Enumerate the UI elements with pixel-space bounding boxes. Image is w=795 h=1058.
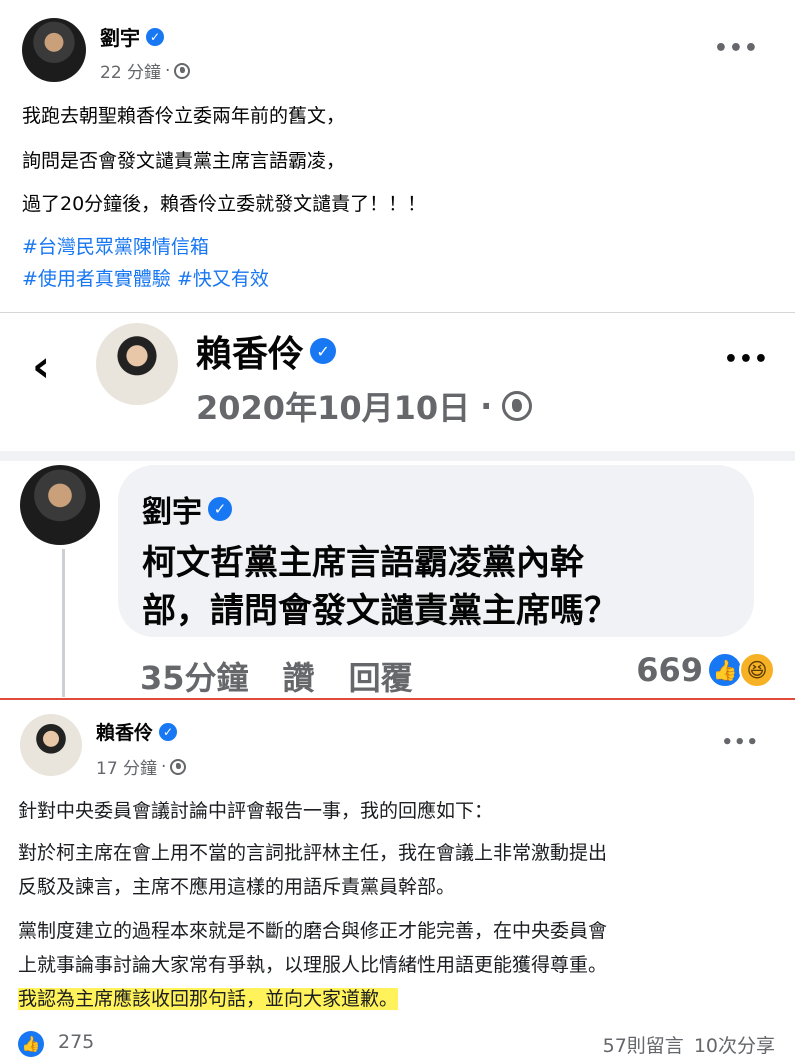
more-options-icon[interactable]: ••• bbox=[721, 732, 759, 753]
more-options-icon[interactable]: ••• bbox=[724, 347, 769, 372]
highlighted-apology: 我認為主席應該收回那句話，並向大家道歉。 bbox=[18, 988, 399, 1010]
globe-icon bbox=[170, 758, 187, 775]
meta-separator: · bbox=[161, 756, 167, 777]
page-post-date[interactable]: 2020年10月10日 bbox=[196, 383, 470, 429]
reply-paragraph-1: 針對中央委員會議討論中評會報告一事，我的回應如下： bbox=[18, 800, 494, 822]
comment-like-button[interactable]: 讚 bbox=[283, 653, 315, 699]
comment-actions: 35分鐘 讚 回覆 bbox=[140, 653, 413, 699]
page-name-row: 賴香伶 ✓ bbox=[196, 325, 337, 377]
page-post-meta: 2020年10月10日 · bbox=[196, 383, 533, 429]
commenter-name[interactable]: 劉宇 bbox=[142, 487, 202, 531]
post-time[interactable]: 22 分鐘 bbox=[100, 58, 161, 83]
comment-text-line-1: 柯文哲黨主席言語霸凌黨內幹 bbox=[142, 543, 584, 583]
comment-time[interactable]: 35分鐘 bbox=[140, 653, 249, 699]
post-line-3: 過了20分鐘後，賴香伶立委就發文譴責了！！！ bbox=[22, 193, 427, 215]
author-avatar[interactable] bbox=[22, 18, 86, 82]
like-icon: 👍 bbox=[18, 1031, 44, 1057]
comment-count[interactable]: 57則留言 bbox=[603, 1031, 684, 1058]
post-meta: 22 分鐘 · bbox=[100, 58, 191, 83]
page-avatar[interactable] bbox=[96, 323, 178, 405]
author-name-row: 劉宇 ✓ bbox=[100, 22, 164, 51]
hashtag-link[interactable]: #快又有效 bbox=[177, 268, 269, 290]
meta-separator: · bbox=[480, 387, 493, 425]
reply-paragraph-3-line-1: 黨制度建立的過程本來就是不斷的磨合與修正才能完善，在中央委員會 bbox=[18, 920, 608, 942]
globe-icon bbox=[174, 62, 191, 79]
reply-author-row: 賴香伶 ✓ bbox=[96, 718, 178, 745]
hashtags-row-1: #台灣民眾黨陳情信箱 bbox=[22, 232, 209, 259]
reply-paragraph-2-line-1: 對於柯主席在會上用不當的言詞批評林主任，我在會議上非常激動提出 bbox=[18, 842, 608, 864]
haha-icon: 😆 bbox=[739, 652, 775, 688]
post-line-1: 我跑去朝聖賴香伶立委兩年前的舊文， bbox=[22, 105, 346, 127]
share-count[interactable]: 10次分享 bbox=[694, 1031, 775, 1058]
embedded-screenshot: ‹ 賴香伶 ✓ 2020年10月10日 · ••• 劉宇 ✓ 柯文哲黨主席言語霸… bbox=[0, 312, 795, 698]
reply-paragraph-2-line-2: 反駁及諫言，主席不應用這樣的用語斥責黨員幹部。 bbox=[18, 876, 456, 898]
post-line-2: 詢問是否會發文譴責黨主席言語霸凌， bbox=[22, 150, 346, 172]
reply-meta: 17 分鐘 · bbox=[96, 754, 187, 779]
back-arrow-icon[interactable]: ‹ bbox=[32, 341, 50, 392]
globe-icon bbox=[502, 391, 533, 421]
more-options-icon[interactable]: ••• bbox=[714, 36, 759, 61]
page-name[interactable]: 賴香伶 bbox=[196, 325, 304, 377]
verified-badge-icon: ✓ bbox=[159, 722, 178, 741]
reply-author-name[interactable]: 賴香伶 bbox=[96, 718, 153, 745]
hashtags-row-2: #使用者真實體驗 #快又有效 bbox=[22, 264, 269, 291]
verified-badge-icon: ✓ bbox=[310, 338, 337, 364]
author-name[interactable]: 劉宇 bbox=[100, 22, 140, 51]
commenter-avatar[interactable] bbox=[20, 465, 100, 545]
comment-reply-button[interactable]: 回覆 bbox=[349, 653, 413, 699]
verified-badge-icon: ✓ bbox=[146, 27, 164, 46]
reply-time[interactable]: 17 分鐘 bbox=[96, 754, 157, 779]
comment-text-line-2: 部，請問會發文譴責黨主席嗎？ bbox=[142, 591, 618, 631]
like-count[interactable]: 275 bbox=[58, 1031, 94, 1053]
hashtag-link[interactable]: #台灣民眾黨陳情信箱 bbox=[22, 236, 209, 258]
commenter-name-row: 劉宇 ✓ bbox=[142, 487, 232, 531]
post-header: 劉宇 ✓ 22 分鐘 · ••• bbox=[0, 0, 795, 92]
reaction-count: 669 bbox=[636, 651, 703, 689]
reply-footer: 👍 275 57則留言 10次分享 bbox=[0, 1026, 795, 1058]
meta-separator: · bbox=[165, 60, 171, 81]
thread-line bbox=[62, 549, 65, 697]
reply-post: 賴香伶 ✓ 17 分鐘 · ••• 針對中央委員會議討論中評會報告一事，我的回應… bbox=[0, 698, 795, 1058]
reply-highlighted-line: 我認為主席應該收回那句話，並向大家道歉。 bbox=[18, 984, 399, 1015]
hashtag-link[interactable]: #使用者真實體驗 bbox=[22, 268, 171, 290]
reply-author-avatar[interactable] bbox=[20, 714, 82, 776]
engagement-stats: 57則留言 10次分享 bbox=[603, 1031, 775, 1058]
section-divider bbox=[0, 451, 795, 461]
reply-paragraph-3-line-2: 上就事論事討論大家常有爭執，以理服人比情緒性用語更能獲得尊重。 bbox=[18, 954, 608, 976]
verified-badge-icon: ✓ bbox=[208, 497, 232, 521]
like-icon: 👍 bbox=[707, 652, 743, 688]
comment-reactions[interactable]: 669 👍 😆 bbox=[636, 651, 775, 689]
comment-bubble: 劉宇 ✓ 柯文哲黨主席言語霸凌黨內幹 部，請問會發文譴責黨主席嗎？ bbox=[118, 465, 754, 637]
